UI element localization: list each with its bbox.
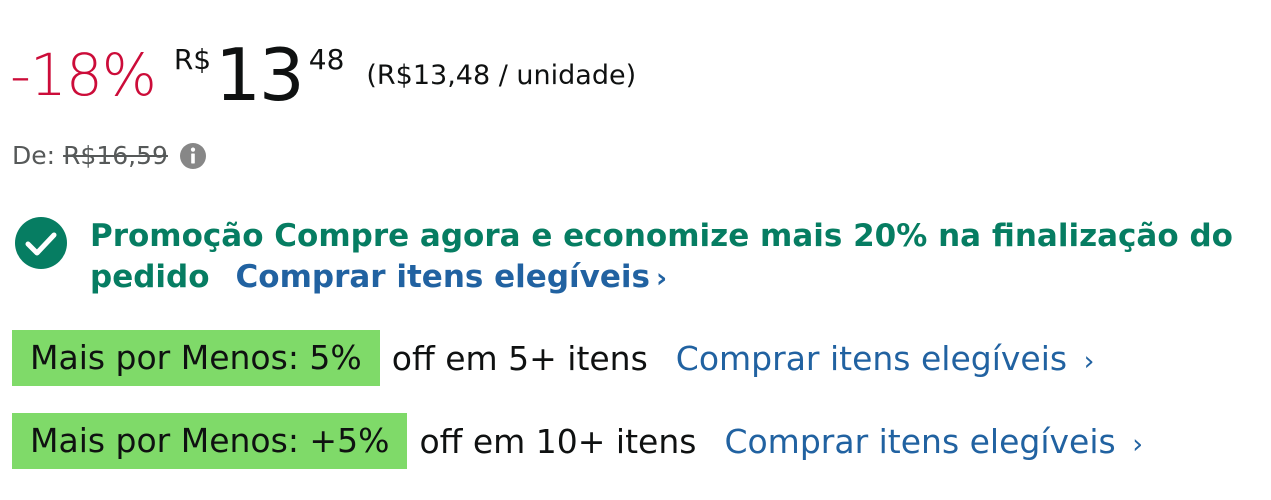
tier-badge: Mais por Menos: 5% (12, 330, 380, 386)
check-circle-icon (14, 216, 68, 270)
tier-row: Mais por Menos: +5% off em 10+ itens Com… (12, 413, 1143, 469)
price-fraction: 48 (308, 43, 345, 76)
promotion-banner: Promoção Compre agora e economize mais 2… (14, 216, 1250, 299)
promotion-link-label: Comprar itens elegíveis (235, 259, 650, 295)
promotion-shop-link[interactable]: Comprar itens elegíveis › (236, 259, 668, 295)
info-icon[interactable] (178, 141, 208, 171)
tier-link-label: Comprar itens elegíveis (675, 338, 1068, 378)
list-price-row: De: R$16,59 (12, 140, 208, 172)
tier-link-label: Comprar itens elegíveis (724, 421, 1116, 461)
list-price-label: De: (12, 141, 56, 170)
price-row: -18% R$ 13 48 (R$13,48 / unidade) (10, 30, 636, 120)
tier-badge: Mais por Menos: +5% (12, 413, 408, 469)
price-block: -18% R$ 13 48 (R$13,48 / unidade) De: R$… (0, 0, 1271, 500)
price-whole: 13 (215, 33, 305, 117)
price-per-unit: (R$13,48 / unidade) (366, 60, 637, 91)
list-price-value: R$16,59 (63, 141, 168, 170)
chevron-right-icon: › (655, 263, 668, 294)
tier-shop-link[interactable]: Comprar itens elegíveis › (676, 339, 1095, 378)
discount-percentage: -18% (10, 41, 157, 109)
tier-shop-link[interactable]: Comprar itens elegíveis › (724, 422, 1143, 461)
tier-description: off em 10+ itens (419, 421, 697, 461)
currency-symbol: R$ (173, 43, 212, 76)
tier-description: off em 5+ itens (391, 338, 648, 378)
chevron-right-icon: › (1083, 345, 1095, 377)
tier-row: Mais por Menos: 5% off em 5+ itens Compr… (12, 330, 1094, 386)
chevron-right-icon: › (1132, 428, 1144, 460)
promotion-text-block: Promoção Compre agora e economize mais 2… (90, 216, 1250, 299)
